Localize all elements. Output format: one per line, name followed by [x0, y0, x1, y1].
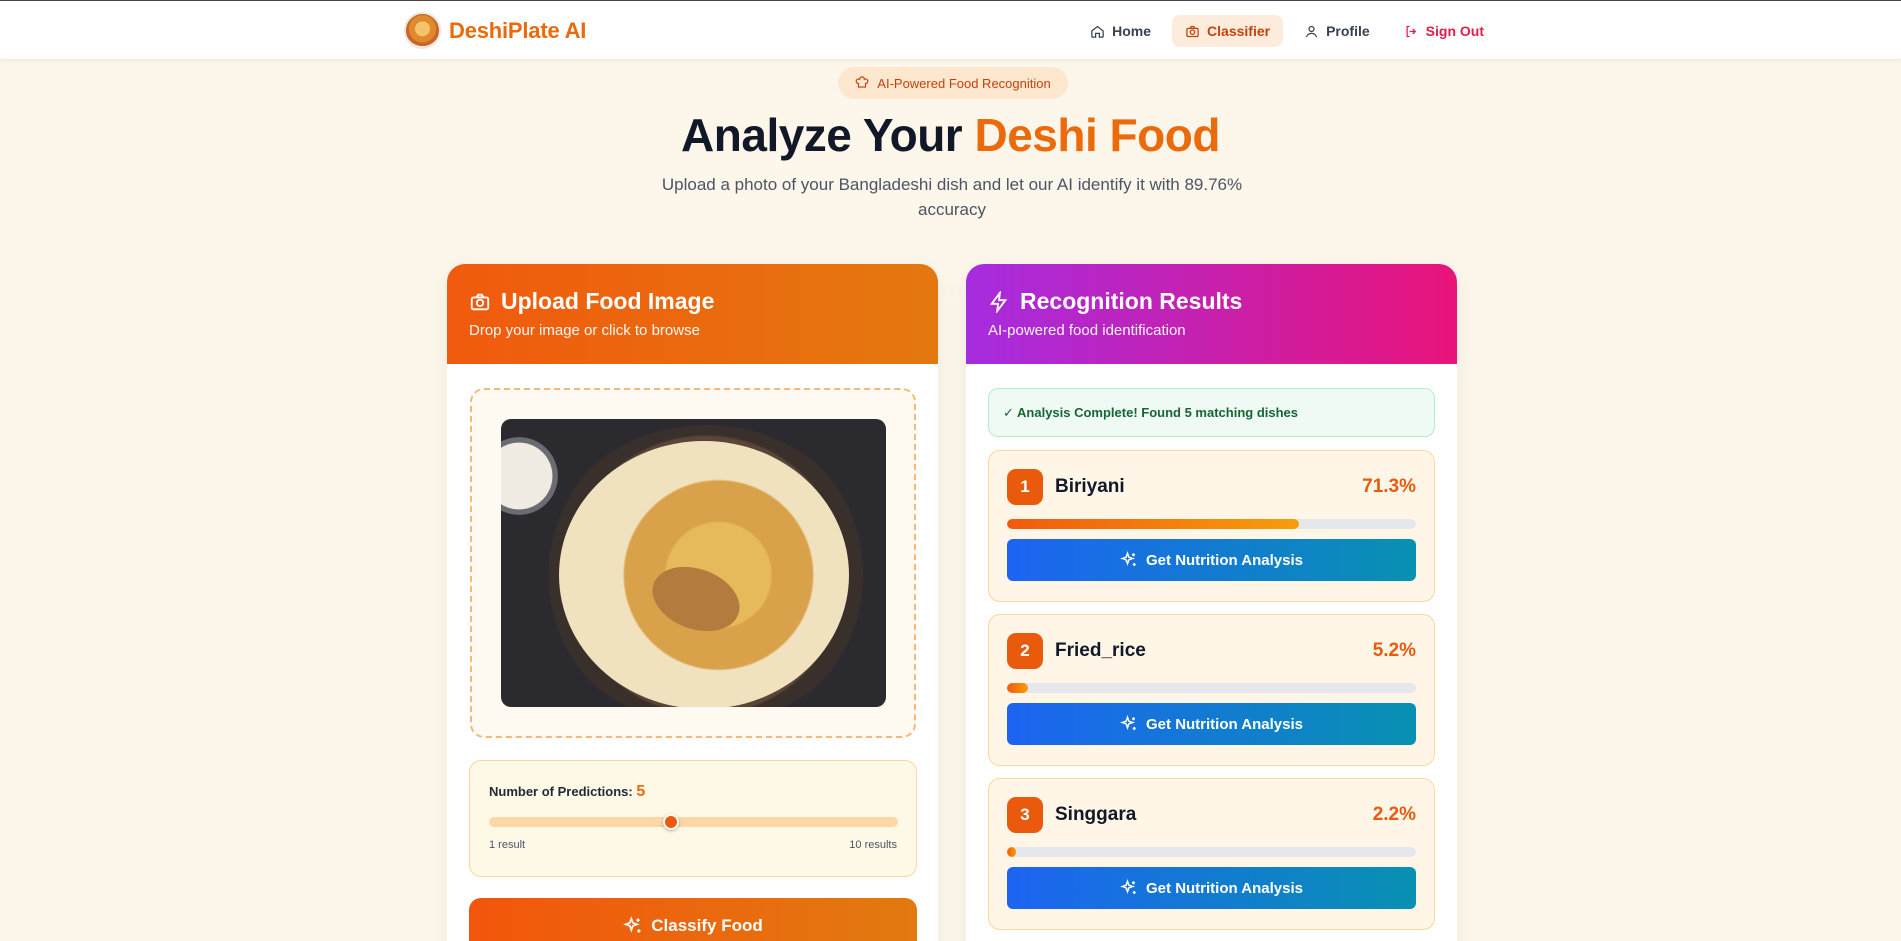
confidence-bar-fill — [1007, 683, 1029, 693]
sparkles-icon — [1120, 551, 1136, 567]
confidence-bar-fill — [1007, 519, 1299, 529]
prediction-count-label: Number of Predictions: 5 — [489, 783, 897, 801]
image-dropzone[interactable] — [470, 388, 916, 738]
nutrition-analysis-button[interactable]: Get Nutrition Analysis — [1007, 703, 1416, 745]
nutrition-analysis-button[interactable]: Get Nutrition Analysis — [1007, 539, 1416, 581]
sign-out-icon — [1406, 25, 1416, 37]
nutrition-analysis-button[interactable]: Get Nutrition Analysis — [1007, 867, 1416, 909]
nav-menu: Home Classifier Profile Sign Out — [1077, 15, 1497, 47]
upload-card-title: Upload Food Image — [469, 288, 916, 315]
top-navbar: DeshiPlate AI Home Classifier Profile Si… — [0, 0, 1901, 59]
result-item: 2 Fried_rice 5.2% Get Nutrition Analysis — [988, 614, 1435, 766]
result-confidence: 5.2% — [1372, 640, 1416, 661]
slider-min-label: 1 result — [489, 839, 526, 851]
nutrition-analysis-label: Get Nutrition Analysis — [1146, 551, 1303, 569]
confidence-bar — [1007, 519, 1416, 529]
slider-max-label: 10 results — [849, 839, 897, 851]
upload-card-subtitle: Drop your image or click to browse — [469, 322, 700, 339]
classify-food-label: Classify Food — [651, 916, 763, 935]
result-rank-badge: 1 — [1007, 469, 1043, 505]
slider-range-labels: 1 result 10 results — [489, 839, 897, 851]
user-icon — [1305, 25, 1318, 37]
home-icon — [1091, 25, 1104, 38]
result-confidence: 71.3% — [1362, 476, 1416, 497]
nav-label-sign-out: Sign Out — [1425, 23, 1484, 39]
lightning-icon — [989, 290, 1008, 313]
brand-name: DeshiPlate AI — [449, 17, 587, 43]
results-card-header: Recognition Results AI-powered food iden… — [966, 264, 1457, 364]
results-card-subtitle: AI-powered food identification — [988, 322, 1186, 339]
uploaded-food-image — [501, 419, 886, 707]
logo-plate-icon — [404, 12, 441, 49]
upload-card-title-text: Upload Food Image — [501, 288, 715, 314]
result-rank-badge: 2 — [1007, 633, 1043, 669]
camera-icon — [470, 293, 490, 310]
result-item: 3 Singgara 2.2% Get Nutrition Analysis — [988, 778, 1435, 930]
prediction-count-label-text: Number of Predictions: — [489, 784, 633, 799]
upload-card: Upload Food Image Drop your image or cli… — [447, 264, 938, 941]
nutrition-analysis-label: Get Nutrition Analysis — [1146, 879, 1303, 897]
nav-item-classifier[interactable]: Classifier — [1172, 15, 1284, 47]
result-item: 1 Biriyani 71.3% Get Nutrition Analysis — [988, 450, 1435, 602]
sparkles-icon — [1120, 715, 1136, 731]
upload-card-header: Upload Food Image Drop your image or cli… — [447, 264, 938, 364]
nav-label-classifier: Classifier — [1207, 23, 1271, 39]
confidence-bar-fill — [1007, 847, 1016, 857]
result-dish-name: Singgara — [1055, 804, 1137, 825]
chef-hat-icon — [855, 76, 869, 88]
result-dish-name: Fried_rice — [1055, 640, 1146, 661]
results-card: Recognition Results AI-powered food iden… — [966, 264, 1457, 941]
ai-badge-label: AI-Powered Food Recognition — [877, 75, 1051, 91]
confidence-bar — [1007, 683, 1416, 693]
classify-food-button[interactable]: Classify Food — [469, 898, 917, 941]
result-rank-badge: 3 — [1007, 797, 1043, 833]
result-confidence: 2.2% — [1372, 804, 1416, 825]
results-card-title: Recognition Results — [988, 288, 1435, 315]
nav-label-profile: Profile — [1326, 23, 1370, 39]
sparkles-icon — [623, 916, 641, 933]
analysis-status-banner: ✓ Analysis Complete! Found 5 matching di… — [988, 388, 1435, 437]
prediction-count-value: 5 — [636, 783, 646, 800]
nav-item-sign-out[interactable]: Sign Out — [1391, 15, 1497, 47]
page-title: Analyze Your Deshi Food — [0, 108, 1901, 162]
prediction-count-panel: Number of Predictions: 5 1 result 10 res… — [469, 760, 917, 877]
page-subtitle: Upload a photo of your Bangladeshi dish … — [661, 175, 1243, 219]
slider-thumb[interactable] — [662, 814, 679, 830]
prediction-count-slider[interactable] — [489, 814, 898, 830]
nutrition-analysis-label: Get Nutrition Analysis — [1146, 715, 1303, 733]
sparkles-icon — [1120, 879, 1136, 895]
result-dish-name: Biriyani — [1055, 476, 1125, 497]
brand-logo[interactable]: DeshiPlate AI — [404, 12, 586, 49]
confidence-bar — [1007, 847, 1416, 857]
page-title-prefix: Analyze Your — [681, 109, 975, 161]
nav-item-home[interactable]: Home — [1077, 15, 1164, 47]
results-card-title-text: Recognition Results — [1020, 288, 1243, 314]
nav-label-home: Home — [1112, 23, 1152, 39]
nav-item-profile[interactable]: Profile — [1291, 15, 1383, 47]
page-title-accent: Deshi Food — [974, 109, 1221, 161]
raita-bowl-shape — [501, 431, 559, 521]
ai-badge: AI-Powered Food Recognition — [838, 67, 1068, 99]
camera-icon — [1186, 25, 1199, 37]
